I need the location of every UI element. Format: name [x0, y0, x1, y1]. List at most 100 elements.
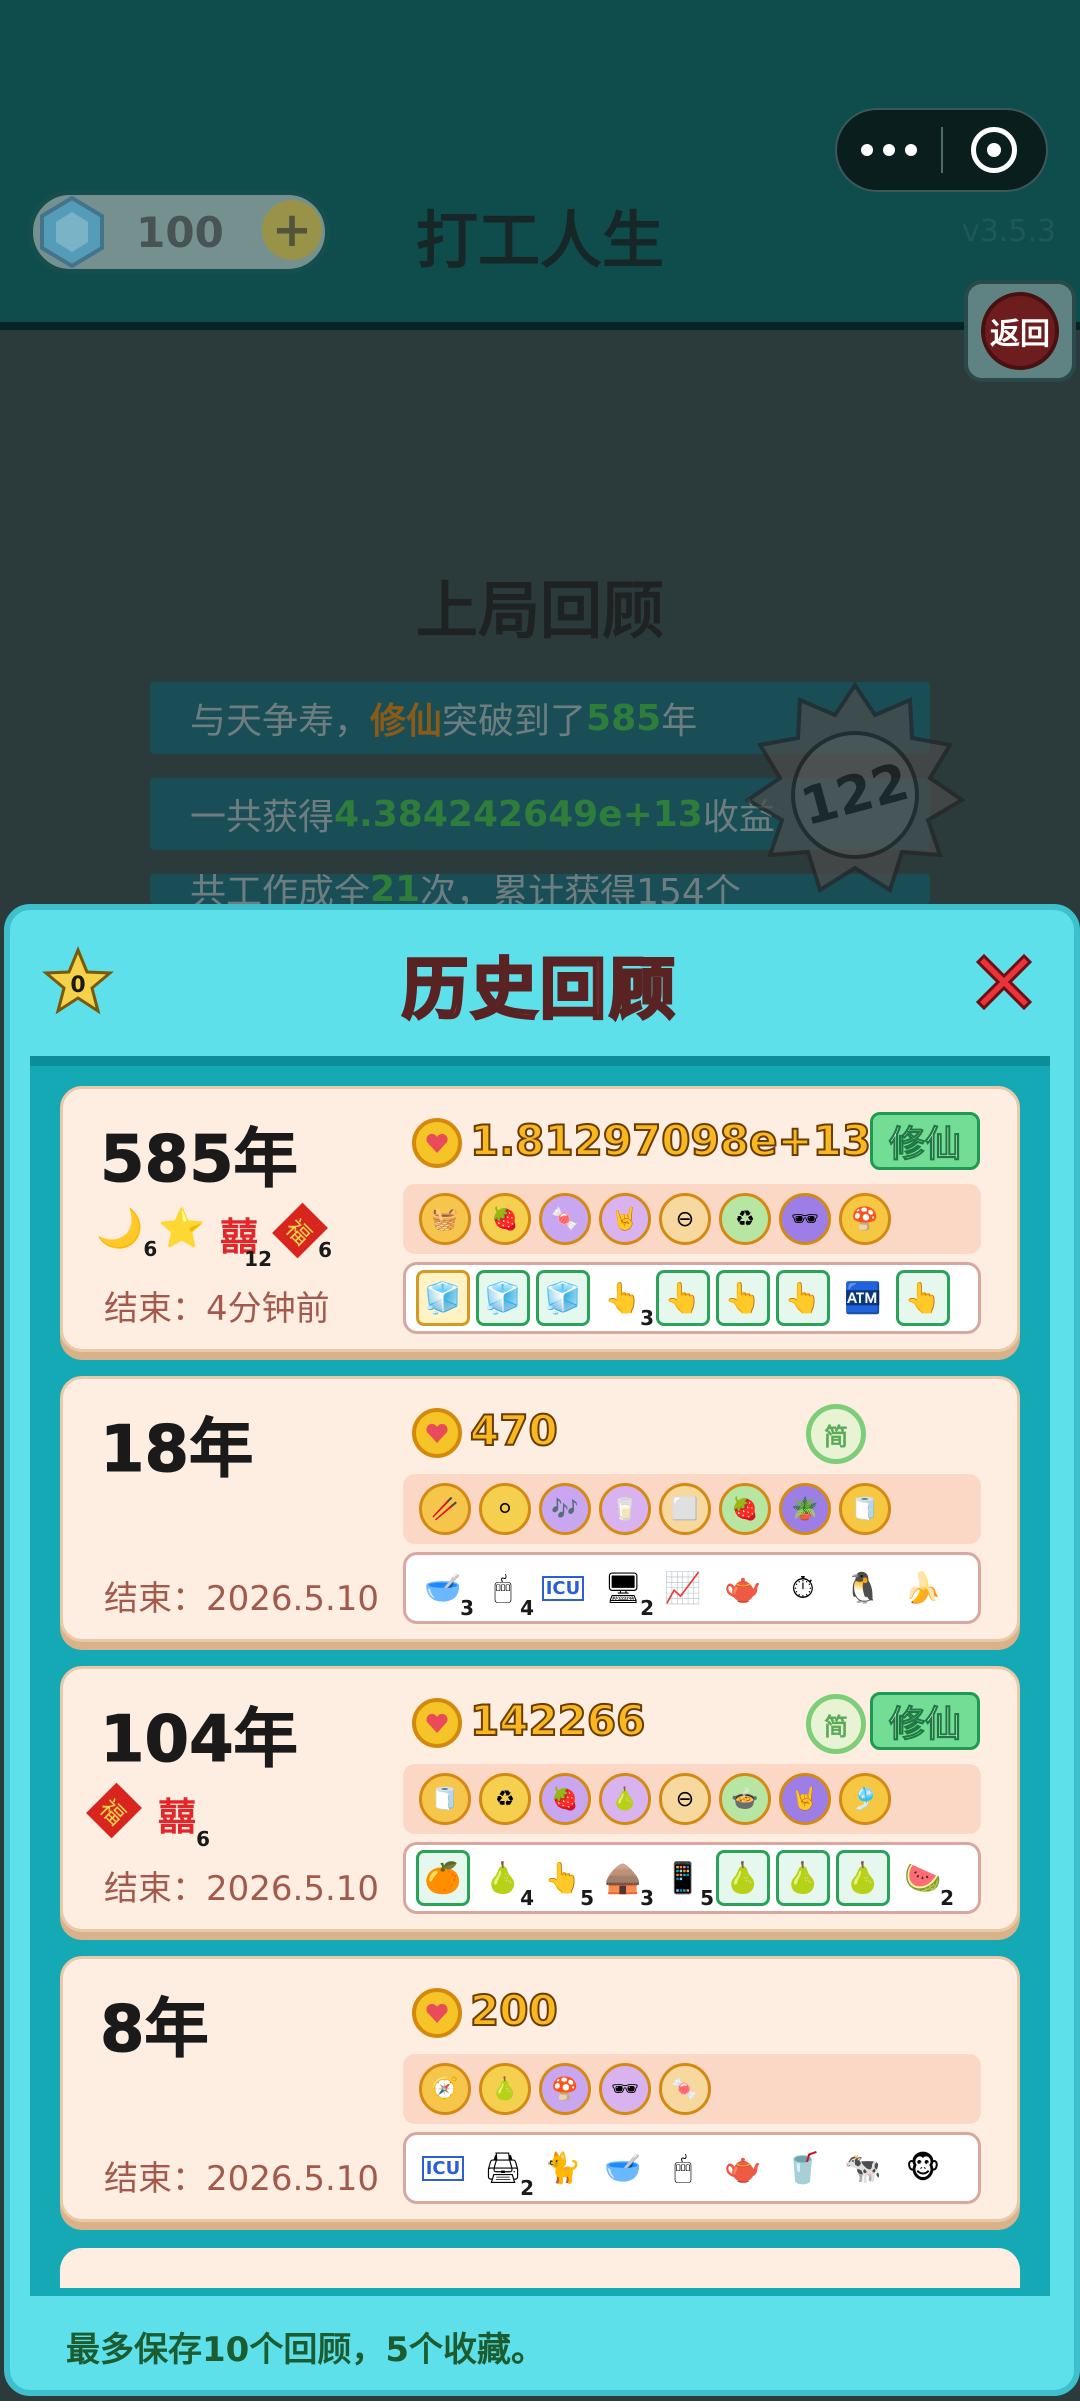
item-icon: 🖱 4 — [494, 1570, 534, 1621]
talent-icon: 🍓 — [719, 1483, 771, 1535]
talent-icon: 🧭 — [419, 2063, 471, 2115]
talent-icon: 🍄 — [539, 2063, 591, 2115]
item-icon: 🍐 — [776, 1850, 830, 1906]
talent-icon: ⚪ — [479, 1483, 531, 1535]
talent-strip: 🥢 ⚪ 🎶 🥛 ⬜ 🍓 🪴 🧻 — [403, 1474, 981, 1544]
return-label: 返回 — [981, 292, 1059, 370]
item-icon: 🐵 — [905, 2150, 941, 2186]
item-icon: 🥤 — [784, 2150, 822, 2186]
card-ended: 结束：2026.5.10 — [104, 1869, 380, 1909]
item-count: 3 — [640, 1886, 654, 1910]
badge-icon: 囍6 — [158, 1795, 211, 1851]
history-card-5-peek — [60, 2248, 1020, 2288]
item-icon: 🐄 — [844, 2150, 882, 2186]
talent-icon: 🍲 — [719, 1773, 771, 1825]
card-years: 8年 — [100, 1993, 210, 2068]
talent-icon: 🍐 — [479, 2063, 531, 2115]
item-icon: ICU — [416, 2140, 470, 2196]
talent-icon: 🧻 — [839, 1483, 891, 1535]
star-icon[interactable]: 0 — [42, 946, 114, 1018]
talent-strip: 🧭 🍐 🍄 🕶 🍬 — [403, 2054, 981, 2124]
item-icon: 🍉 2 — [904, 1860, 954, 1911]
item-count: 4 — [520, 1596, 534, 1620]
talent-icon: 🍄 — [839, 1193, 891, 1245]
return-button[interactable]: 返回 — [964, 280, 1076, 382]
item-icon: ⏱ — [791, 1570, 815, 1606]
card-years: 585年 — [100, 1123, 299, 1198]
item-icon: 👆 — [716, 1270, 770, 1326]
badge-count: 12 — [244, 1247, 273, 1271]
item-icon: 🖱 — [674, 2150, 692, 2186]
talent-icon: ⊖ — [659, 1773, 711, 1825]
talent-icon: 🍬 — [659, 2063, 711, 2115]
talent-strip: 🧺 🍓 🍬 🤘 ⊖ ♻ 🕶 🍄 — [403, 1184, 981, 1254]
more-dots-icon[interactable] — [837, 144, 941, 156]
item-icon: 📈 — [664, 1570, 702, 1606]
item-count: 2 — [640, 1596, 654, 1620]
badge-icon: ⭐ — [158, 1206, 206, 1250]
card-income: 470 — [469, 1405, 559, 1456]
talent-icon: 🕶 — [599, 2063, 651, 2115]
item-icon: 🧊 — [416, 1270, 470, 1326]
item-strip: 🧊 🧊 🧊 👆 3 👆 👆 👆 🏧 👆 — [403, 1262, 981, 1334]
item-icon: 👆 — [896, 1270, 950, 1326]
badge-count: 6 — [143, 1237, 158, 1261]
star-count: 0 — [70, 973, 85, 998]
talent-icon: 🧺 — [419, 1193, 471, 1245]
card-ended: 结束：2026.5.10 — [104, 2159, 380, 2199]
item-strip: 🥣 3 🖱 4 ICU 🖥 2 📈 🫖 ⏱ 🐧 🍌 — [403, 1552, 981, 1624]
item-count: 4 — [520, 1886, 534, 1910]
gem-value: 100 — [136, 208, 224, 257]
item-icon: 👆 — [776, 1270, 830, 1326]
item-icon: ICU — [536, 1560, 590, 1616]
item-count: 5 — [580, 1886, 594, 1910]
version-label: v3.5.3 — [962, 214, 1057, 249]
modal-title: 历史回顾 — [401, 950, 678, 1030]
talent-icon: 🧻 — [419, 1773, 471, 1825]
talent-icon: 🕶 — [779, 1193, 831, 1245]
badge-count: 6 — [196, 1827, 211, 1851]
item-icon: 🍌 — [904, 1570, 942, 1606]
item-icon: 🧊 — [536, 1270, 590, 1326]
item-icon: 👆 — [656, 1270, 710, 1326]
card-badges: 🌙 6 ⭐ 囍 12 福 6 — [96, 1202, 396, 1271]
card-ended: 结束：2026.5.10 — [104, 1579, 380, 1619]
card-years: 104年 — [100, 1703, 299, 1778]
item-count: 5 — [700, 1886, 714, 1910]
coin-icon — [412, 1988, 462, 2038]
card-ended: 结束：4分钟前 — [104, 1289, 330, 1329]
talent-icon: ⬜ — [659, 1483, 711, 1535]
miniprogram-capsule — [835, 108, 1048, 192]
badge-icon: 福6 — [272, 1202, 332, 1262]
talent-icon: 🍬 — [539, 1193, 591, 1245]
talent-icon: 🤘 — [599, 1193, 651, 1245]
close-icon[interactable] — [968, 946, 1040, 1018]
add-gem-button[interactable]: + — [262, 200, 322, 260]
item-icon: 🏧 — [844, 1280, 882, 1316]
badge-count: 6 — [318, 1238, 332, 1262]
footer-note: 最多保存10个回顾，5个收藏。 — [66, 2330, 545, 2370]
card-income: 200 — [469, 1985, 559, 2036]
item-count: 3 — [640, 1306, 654, 1330]
badge-icon: 福 — [86, 1782, 142, 1839]
talent-icon: 🎐 — [839, 1773, 891, 1825]
item-count: 2 — [520, 2176, 534, 2200]
item-strip: ICU 🖨 2 🐈 🥣 🖱 🫖 🥤 🐄 🐵 — [403, 2132, 981, 2204]
page-title: 打工人生 — [415, 204, 664, 277]
talent-icon: 🥛 — [599, 1483, 651, 1535]
talent-icon: 🤘 — [779, 1773, 831, 1825]
xiuxian-tag: 修仙 — [870, 1692, 980, 1750]
item-count: 3 — [460, 1596, 474, 1620]
target-circle-icon[interactable] — [943, 127, 1046, 173]
talent-icon: 🍐 — [599, 1773, 651, 1825]
card-income: 1.81297098e+13 — [469, 1115, 872, 1166]
item-icon: 🧊 — [476, 1270, 530, 1326]
item-icon: 🍐 — [716, 1850, 770, 1906]
item-icon: 📱 5 — [664, 1860, 714, 1911]
item-icon: 🫖 — [724, 1570, 762, 1606]
item-icon: 👆 5 — [544, 1860, 594, 1911]
item-strip: 🍊 🍐 4 👆 5 🛖 3 📱 5 🍐 🍐 🍐 🍉 2 — [403, 1842, 981, 1914]
item-icon: 🫖 — [724, 2150, 762, 2186]
coin-icon — [412, 1118, 462, 1168]
item-icon: 🖨 2 — [483, 2150, 534, 2201]
